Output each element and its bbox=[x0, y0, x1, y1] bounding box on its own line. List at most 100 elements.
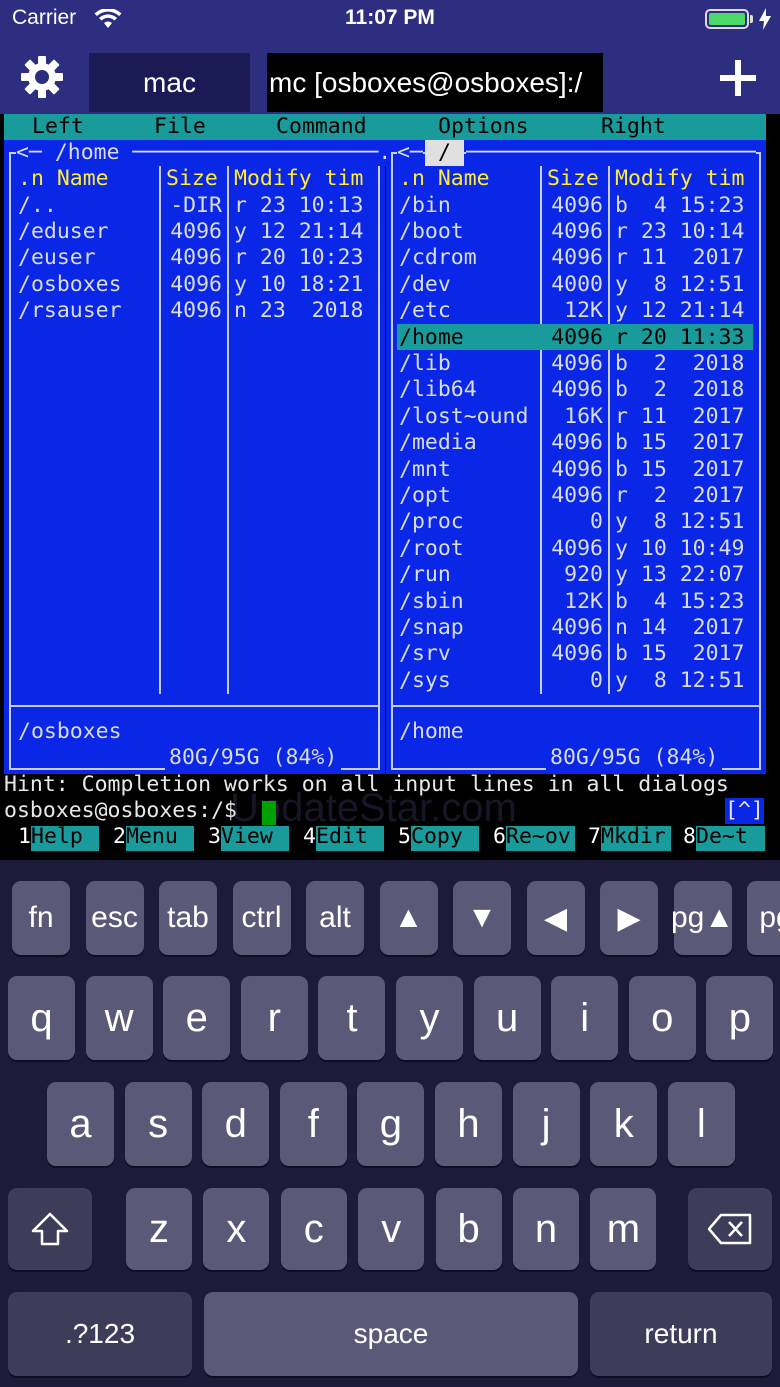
extra-key-10[interactable]: pg bbox=[747, 881, 780, 955]
menu-left[interactable]: Left bbox=[32, 114, 84, 140]
backspace-key[interactable] bbox=[688, 1188, 772, 1270]
right-file-row-modified[interactable]: y 8 12:51 bbox=[615, 509, 744, 535]
command-prompt[interactable]: osboxes@osboxes:/$ bbox=[4, 798, 250, 824]
extra-key-0[interactable]: fn bbox=[12, 881, 70, 955]
right-file-row-size[interactable]: 0 bbox=[547, 668, 603, 694]
right-file-row-name[interactable]: /run bbox=[399, 562, 451, 588]
key-x[interactable]: x bbox=[203, 1188, 270, 1270]
right-file-row-modified[interactable]: y 8 12:51 bbox=[615, 668, 744, 694]
key-i[interactable]: i bbox=[551, 976, 619, 1060]
key-k[interactable]: k bbox=[590, 1082, 658, 1166]
right-file-row-size[interactable]: 0 bbox=[547, 509, 603, 535]
right-file-row-size[interactable]: 4096 bbox=[547, 377, 603, 403]
right-file-row-modified[interactable]: y 8 12:51 bbox=[615, 272, 744, 298]
left-file-row-name[interactable]: /eduser bbox=[18, 219, 109, 245]
right-file-row-size[interactable]: 4096 bbox=[547, 430, 603, 456]
left-file-row-name[interactable]: /.. bbox=[18, 193, 57, 219]
left-file-row-size[interactable]: 4096 bbox=[166, 219, 222, 245]
right-file-row-modified[interactable]: b 15 2017 bbox=[615, 430, 744, 456]
right-file-row-modified[interactable]: r 11 2017 bbox=[615, 245, 744, 271]
right-file-row-size[interactable]: 16K bbox=[547, 404, 603, 430]
right-file-row-modified[interactable]: r 11 2017 bbox=[615, 404, 744, 430]
key-a[interactable]: a bbox=[47, 1082, 114, 1166]
right-file-row-size[interactable]: 4096 bbox=[547, 193, 603, 219]
left-path-header[interactable]: <─ /home ───────────────────.[^]> bbox=[16, 140, 444, 167]
key-n[interactable]: n bbox=[513, 1188, 579, 1270]
extra-key-5[interactable]: ▲ bbox=[379, 881, 438, 955]
right-col-size[interactable]: Size bbox=[547, 166, 599, 192]
right-file-row-modified[interactable]: b 15 2017 bbox=[615, 457, 744, 483]
add-tab-icon[interactable] bbox=[719, 59, 757, 97]
key-t[interactable]: t bbox=[318, 976, 386, 1060]
right-file-row-size[interactable]: 4096 bbox=[547, 457, 603, 483]
right-file-row-size[interactable]: 920 bbox=[547, 562, 603, 588]
key-d[interactable]: d bbox=[202, 1082, 270, 1166]
left-file-row-modified[interactable]: y 10 18:21 bbox=[234, 272, 363, 298]
key-j[interactable]: j bbox=[512, 1082, 580, 1166]
right-file-row-modified[interactable]: b 15 2017 bbox=[615, 641, 744, 667]
extra-key-4[interactable]: alt bbox=[306, 881, 364, 955]
key-s[interactable]: s bbox=[124, 1082, 192, 1166]
return-key[interactable]: return bbox=[590, 1292, 772, 1376]
key-z[interactable]: z bbox=[126, 1188, 192, 1270]
extra-key-6[interactable]: ▼ bbox=[453, 881, 511, 955]
right-file-row-size[interactable]: 4096 bbox=[547, 245, 603, 271]
key-v[interactable]: v bbox=[358, 1188, 425, 1270]
key-q[interactable]: q bbox=[8, 976, 75, 1060]
right-file-row-name[interactable]: /boot bbox=[399, 219, 464, 245]
right-file-row-modified[interactable]: n 14 2017 bbox=[615, 615, 744, 641]
key-b[interactable]: b bbox=[435, 1188, 502, 1270]
right-file-row-name[interactable]: /dev bbox=[399, 272, 451, 298]
left-file-row-modified[interactable]: n 23 2018 bbox=[234, 298, 363, 324]
left-file-row-modified[interactable]: y 12 21:14 bbox=[234, 219, 363, 245]
right-file-row-size[interactable]: 4000 bbox=[547, 272, 603, 298]
left-file-row-size[interactable]: 4096 bbox=[166, 245, 222, 271]
left-file-row-size[interactable]: -DIR bbox=[166, 193, 222, 219]
right-file-row-name[interactable]: /mnt bbox=[399, 457, 451, 483]
right-file-row-name[interactable]: /lib bbox=[399, 351, 451, 377]
right-file-row-modified[interactable]: y 10 10:49 bbox=[615, 536, 744, 562]
right-file-row-size[interactable]: 12K bbox=[547, 298, 603, 324]
key-w[interactable]: w bbox=[85, 976, 153, 1060]
left-file-row-name[interactable]: /euser bbox=[18, 245, 96, 271]
right-file-row-modified[interactable]: b 2 2018 bbox=[615, 351, 744, 377]
right-file-row-size[interactable]: 4096 bbox=[547, 483, 603, 509]
left-file-row-name[interactable]: /rsauser bbox=[18, 298, 122, 324]
extra-key-9[interactable]: pg▲ bbox=[671, 881, 734, 955]
right-file-row-name[interactable]: /snap bbox=[399, 615, 464, 641]
right-path-header[interactable]: / bbox=[425, 140, 464, 167]
right-file-row-size[interactable]: 4096 bbox=[547, 615, 603, 641]
right-file-row-name[interactable]: /srv bbox=[399, 641, 451, 667]
menu-right[interactable]: Right bbox=[601, 114, 666, 140]
right-file-row-name[interactable]: /media bbox=[399, 430, 477, 456]
shift-key[interactable] bbox=[8, 1188, 92, 1270]
key-o[interactable]: o bbox=[628, 976, 696, 1060]
left-file-row-size[interactable]: 4096 bbox=[166, 298, 222, 324]
key-c[interactable]: c bbox=[280, 1188, 347, 1270]
right-file-row-size[interactable]: 4096 bbox=[547, 219, 603, 245]
right-file-row-name[interactable]: /cdrom bbox=[399, 245, 477, 271]
right-file-row-modified[interactable]: r 23 10:14 bbox=[615, 219, 744, 245]
right-file-row-name[interactable]: /etc bbox=[399, 298, 451, 324]
left-file-row-modified[interactable]: r 20 10:23 bbox=[234, 245, 363, 271]
key-l[interactable]: l bbox=[667, 1082, 735, 1166]
right-file-row-name[interactable]: /home bbox=[399, 325, 464, 351]
right-file-row-name[interactable]: /root bbox=[399, 536, 464, 562]
right-file-row-modified[interactable]: y 12 21:14 bbox=[615, 298, 744, 324]
extra-key-8[interactable]: ▶ bbox=[600, 881, 658, 955]
tab-mc-session[interactable]: mc [osboxes@osboxes]:/ bbox=[267, 53, 603, 112]
key-m[interactable]: m bbox=[590, 1188, 657, 1270]
right-file-row-modified[interactable]: b 4 15:23 bbox=[615, 589, 744, 615]
tab-mac[interactable]: mac bbox=[89, 53, 250, 112]
right-file-row-modified[interactable]: r 2 2017 bbox=[615, 483, 744, 509]
prompt-history-indicator[interactable]: [^] bbox=[725, 798, 764, 825]
space-key[interactable]: space bbox=[204, 1292, 578, 1376]
right-file-row-name[interactable]: /sys bbox=[399, 668, 451, 694]
right-col-modify[interactable]: Modify tim bbox=[615, 166, 744, 192]
menu-file[interactable]: File bbox=[154, 114, 206, 140]
key-r[interactable]: r bbox=[240, 976, 308, 1060]
right-file-row-modified[interactable]: y 13 22:07 bbox=[615, 562, 744, 588]
terminal[interactable]: Left File Command Options Right <─ /home… bbox=[0, 114, 780, 860]
left-file-row-name[interactable]: /osboxes bbox=[18, 272, 122, 298]
right-file-row-name[interactable]: /sbin bbox=[399, 589, 464, 615]
